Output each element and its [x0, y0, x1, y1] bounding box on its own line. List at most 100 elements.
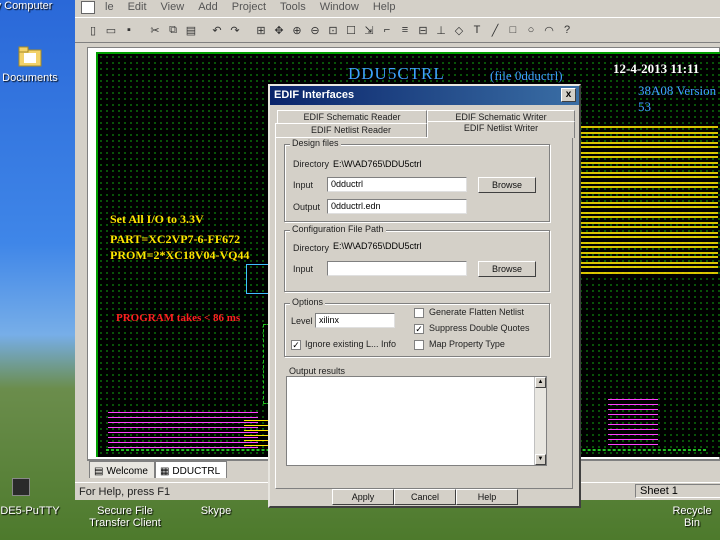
config-file-group: Configuration File Path Directory E:\W\A…: [284, 224, 550, 292]
help-button[interactable]: Help: [456, 489, 518, 505]
group-label: Design files: [290, 138, 341, 148]
grid-icon[interactable]: ⊞: [253, 22, 269, 38]
text-icon[interactable]: T: [469, 22, 485, 38]
menu-bar: le Edit View Add Project Tools Window He…: [75, 0, 720, 16]
save-icon[interactable]: ▪: [121, 22, 137, 38]
close-button[interactable]: x: [561, 88, 576, 102]
zoom-out-icon[interactable]: ⊖: [307, 22, 323, 38]
paste-icon[interactable]: ▤: [183, 22, 199, 38]
design-files-group: Design files Directory E:\W\AD765\DDU5ct…: [284, 138, 550, 222]
level-label: Level: [291, 316, 313, 326]
desktop-icon-skype[interactable]: Skype: [196, 505, 236, 517]
schematic-file: (file 0dductrl): [490, 68, 563, 83]
help-icon[interactable]: ?: [559, 22, 575, 38]
tab-label: DDUCTRL: [172, 465, 221, 477]
tab-edif-netlist-reader[interactable]: EDIF Netlist Reader: [275, 123, 427, 137]
redo-icon[interactable]: ↷: [227, 22, 243, 38]
copy-icon[interactable]: ⧉: [165, 22, 181, 38]
part-icon[interactable]: ⊟: [415, 22, 431, 38]
tab-edif-schematic-reader[interactable]: EDIF Schematic Reader: [277, 110, 427, 124]
page-icon: ▤: [94, 465, 104, 477]
checkbox-label: Generate Flatten Netlist: [429, 307, 525, 317]
tab-label: Welcome: [106, 465, 148, 477]
schematic-icon: ▦: [159, 465, 170, 477]
browse-button[interactable]: Browse: [478, 261, 536, 277]
apply-button[interactable]: Apply: [332, 489, 394, 505]
menu-window[interactable]: Window: [314, 0, 367, 16]
cut-icon[interactable]: ✂: [147, 22, 163, 38]
menu-view[interactable]: View: [155, 0, 193, 16]
directory-value: E:\W\AD765\DDU5ctrl: [333, 241, 422, 251]
zoom-in-icon[interactable]: ⊕: [289, 22, 305, 38]
schematic-part-note: PART=XC2VP7-6-FF672: [110, 232, 241, 246]
putty-icon[interactable]: [12, 478, 30, 496]
checkbox-label: Ignore existing L... Info: [305, 339, 397, 349]
config-input-field[interactable]: [327, 261, 467, 276]
input-label: Input: [293, 180, 314, 190]
checkbox-label: Map Property Type: [429, 339, 505, 349]
net-icon[interactable]: ⊥: [433, 22, 449, 38]
open-folder-icon[interactable]: ▭: [103, 22, 119, 38]
new-file-icon[interactable]: ▯: [85, 22, 101, 38]
design-output-field[interactable]: 0dductrl.edn: [327, 199, 467, 214]
desktop-icon-label: y Computer: [0, 0, 53, 12]
schematic-voltage-note: Set All I/O to 3.3V: [110, 212, 204, 226]
desktop-icon-documents[interactable]: Documents: [0, 44, 66, 84]
pan-icon[interactable]: ☐: [343, 22, 359, 38]
generate-flatten-checkbox[interactable]: [414, 308, 424, 318]
input-label: Input: [293, 264, 314, 274]
menu-tools[interactable]: Tools: [274, 0, 314, 16]
rect-icon[interactable]: □: [505, 22, 521, 38]
arc-icon[interactable]: ◠: [541, 22, 557, 38]
bus-icon[interactable]: ≡: [397, 22, 413, 38]
directory-label: Directory: [293, 159, 330, 169]
desktop-icon-putty[interactable]: DE5-PuTTY: [0, 505, 60, 517]
zoom-fit-icon[interactable]: ⊡: [325, 22, 341, 38]
scroll-up-icon[interactable]: ▲: [535, 377, 546, 388]
desktop-icon-label: Documents: [2, 72, 58, 84]
menu-add[interactable]: Add: [192, 0, 226, 16]
circle-icon[interactable]: ○: [523, 22, 539, 38]
schematic-date: 12-4-2013 11:11: [613, 61, 700, 76]
status-text: For Help, press F1: [79, 485, 171, 498]
scroll-down-icon[interactable]: ▼: [535, 454, 546, 465]
group-label: Options: [290, 297, 326, 307]
tab-edif-netlist-writer[interactable]: EDIF Netlist Writer: [427, 121, 575, 138]
checkbox-label: Suppress Double Quotes: [429, 323, 530, 333]
line-icon[interactable]: ╱: [487, 22, 503, 38]
select-icon[interactable]: ⇲: [361, 22, 377, 38]
cancel-button[interactable]: Cancel: [394, 489, 456, 505]
menu-edit[interactable]: Edit: [122, 0, 155, 16]
output-results-label: Output results: [289, 366, 346, 376]
tab-dductrl[interactable]: ▦ DDUCTRL: [154, 461, 228, 478]
output-label: Output: [293, 202, 321, 212]
desktop-icon-recycle-bin[interactable]: Recycle Bin: [664, 505, 720, 529]
level-field[interactable]: xilinx: [315, 313, 395, 328]
options-group: Options Level xilinx Generate Flatten Ne…: [284, 297, 550, 357]
schematic-revision: 38A08 Version 53: [638, 83, 717, 114]
wire-icon[interactable]: ⌐: [379, 22, 395, 38]
output-scrollbar[interactable]: ▲ ▼: [534, 377, 546, 465]
suppress-quotes-checkbox[interactable]: ✓: [414, 324, 424, 334]
dialog-title-text: EDIF Interfaces: [274, 89, 355, 101]
map-property-checkbox[interactable]: [414, 340, 424, 350]
tab-welcome[interactable]: ▤ Welcome: [89, 461, 155, 478]
port-icon[interactable]: ◇: [451, 22, 467, 38]
desktop-icon-my-computer[interactable]: y Computer: [0, 0, 60, 12]
directory-label: Directory: [293, 243, 330, 253]
output-results-area[interactable]: ▲ ▼: [286, 376, 547, 466]
ignore-existing-checkbox[interactable]: ✓: [291, 340, 301, 350]
undo-icon[interactable]: ↶: [209, 22, 225, 38]
directory-value: E:\W\AD765\DDU5ctrl: [333, 159, 422, 169]
app-system-icon[interactable]: [81, 1, 95, 14]
design-input-field[interactable]: 0dductrl: [327, 177, 467, 192]
toolbar: ▯ ▭ ▪ ✂ ⧉ ▤ ↶ ↷ ⊞ ✥ ⊕ ⊖ ⊡ ☐ ⇲ ⌐ ≡ ⊟ ⊥ ◇ …: [75, 17, 720, 43]
dialog-title[interactable]: EDIF Interfaces: [270, 86, 579, 105]
status-sheet: Sheet 1: [635, 484, 720, 498]
browse-button[interactable]: Browse: [478, 177, 536, 193]
move-icon[interactable]: ✥: [271, 22, 287, 38]
menu-project[interactable]: Project: [226, 0, 274, 16]
menu-help[interactable]: Help: [367, 0, 404, 16]
desktop-icon-secure-file-transfer[interactable]: Secure File Transfer Client: [80, 505, 170, 529]
menu-file[interactable]: le: [99, 0, 122, 16]
